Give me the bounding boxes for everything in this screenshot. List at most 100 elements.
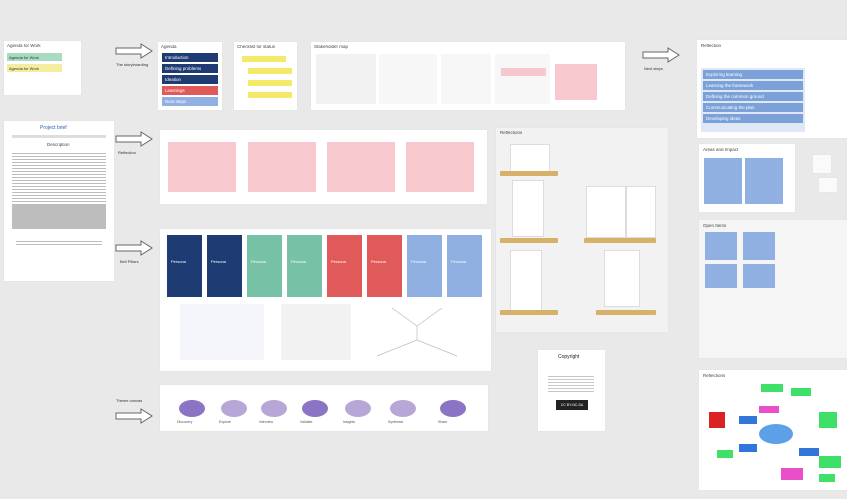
map-table [501,68,546,76]
map-panel [316,54,376,104]
persona-card[interactable]: Persona [367,235,402,297]
stakeholder-map-frame[interactable]: Stakeholder map [311,42,625,110]
frame-title: Reflections [500,131,523,135]
card[interactable] [705,264,737,288]
oval-item[interactable] [221,400,247,417]
sticky-note[interactable] [781,468,803,480]
oval-item[interactable] [345,400,371,417]
gray-panel [12,205,106,229]
agenda-row[interactable]: Next steps [162,97,218,106]
table[interactable] [248,142,316,192]
reflection-panel[interactable]: Reflection Exploring learning Learning t… [697,40,847,138]
table[interactable] [327,142,395,192]
sticky-note[interactable] [799,448,819,456]
document-thumb[interactable] [510,250,542,312]
oval-label: Synthesis [388,420,404,424]
document-thumb[interactable] [626,186,656,238]
list-item[interactable]: Agenda for Work [7,53,62,61]
reflection-tables-frame[interactable] [160,130,487,204]
oval-label: Insights [343,420,356,424]
persona-card[interactable]: Persona [327,235,362,297]
section-heading: Description [47,143,70,147]
small-note[interactable] [819,178,837,192]
theme-canvas-frame[interactable]: Discovery Explore Interview Validate Insight… [160,385,488,431]
sticky-note[interactable] [717,450,733,458]
reflections-board[interactable]: Reflections [699,370,847,490]
document-thumb[interactable] [512,180,544,237]
cloud-shape [759,424,793,444]
arrow-label: Bell Pillars [120,259,139,264]
list-row[interactable]: Developing ideas [703,114,803,123]
arrow-label: The storyboarding [116,62,149,67]
list-row[interactable]: Learning the framework [703,81,803,90]
arrow-label: Next steps [644,66,663,71]
oval-item[interactable] [261,400,287,417]
arrow-icon [642,47,680,63]
agenda-list-frame[interactable]: Agenda Introduction Defining problems Id… [158,42,222,110]
card[interactable] [704,158,742,204]
persona-card-label: Persona [211,259,226,264]
persona-card[interactable]: Persona [247,235,282,297]
sticky-note[interactable] [759,406,779,413]
text-block [12,151,106,211]
checklist-frame[interactable]: Checklist for status [234,42,297,110]
agenda-frame[interactable]: Agenda for Work Agenda for Work Agenda f… [4,41,81,95]
shelf [500,238,558,243]
open-items-panel[interactable]: Open Items [699,220,847,358]
sticky-note[interactable] [761,384,783,392]
sticky-note[interactable] [791,388,811,396]
card[interactable] [743,232,775,260]
arrow-icon [115,131,153,147]
oval-item[interactable] [302,400,328,417]
small-note[interactable] [813,155,831,173]
map-panel [495,54,550,104]
sticky-note[interactable] [819,474,835,482]
text-block [16,239,102,245]
personas-frame[interactable]: Persona Persona Persona Persona Persona Perso… [160,229,491,371]
sticky-note[interactable] [248,68,292,74]
project-brief-doc[interactable]: Project brief Description [4,121,114,281]
arrow-label: Reflection [118,150,136,155]
card[interactable] [745,158,783,204]
sticky-note[interactable] [819,456,841,468]
sticky-note[interactable] [819,412,837,428]
list-row[interactable]: Exploring learning [703,70,803,79]
agenda-row[interactable]: Defining problems [162,64,218,73]
sticky-note[interactable] [709,412,725,428]
table[interactable] [168,142,236,192]
areas-impact-panel[interactable]: Areas and Impact [699,144,795,212]
arrow-icon [115,43,153,59]
cc-license-badge: CC BY-NC-SA [556,400,588,410]
list-row[interactable]: Communicating the plan [703,103,803,112]
persona-card-label: Persona [411,259,426,264]
persona-card[interactable]: Persona [167,235,202,297]
arrow-icon [115,240,153,256]
agenda-row[interactable]: Ideation [162,75,218,84]
document-thumb[interactable] [586,186,626,238]
oval-item[interactable] [179,400,205,417]
oval-item[interactable] [440,400,466,417]
map-panel [379,54,437,104]
list-row[interactable]: Defining the common ground [703,92,803,101]
reflections-shelf-frame[interactable]: Reflections [496,128,668,332]
copyright-frame[interactable]: Copyright CC BY-NC-SA [538,350,605,431]
card[interactable] [705,232,737,260]
sticky-note[interactable] [248,80,292,86]
persona-card[interactable]: Persona [207,235,242,297]
sticky-note[interactable] [242,56,286,62]
persona-card[interactable]: Persona [407,235,442,297]
agenda-row[interactable]: Introduction [162,53,218,62]
oval-item[interactable] [390,400,416,417]
persona-card[interactable]: Persona [447,235,482,297]
agenda-row[interactable]: Learnings [162,86,218,95]
table[interactable] [406,142,474,192]
arrow-label: Theme canvas [116,398,143,403]
card[interactable] [743,264,775,288]
sticky-note[interactable] [739,444,757,452]
sticky-note[interactable] [248,92,292,98]
document-thumb[interactable] [510,144,550,174]
list-item[interactable]: Agenda for Work [7,64,62,72]
document-thumb[interactable] [604,250,640,307]
sticky-note[interactable] [739,416,757,424]
persona-card[interactable]: Persona [287,235,322,297]
